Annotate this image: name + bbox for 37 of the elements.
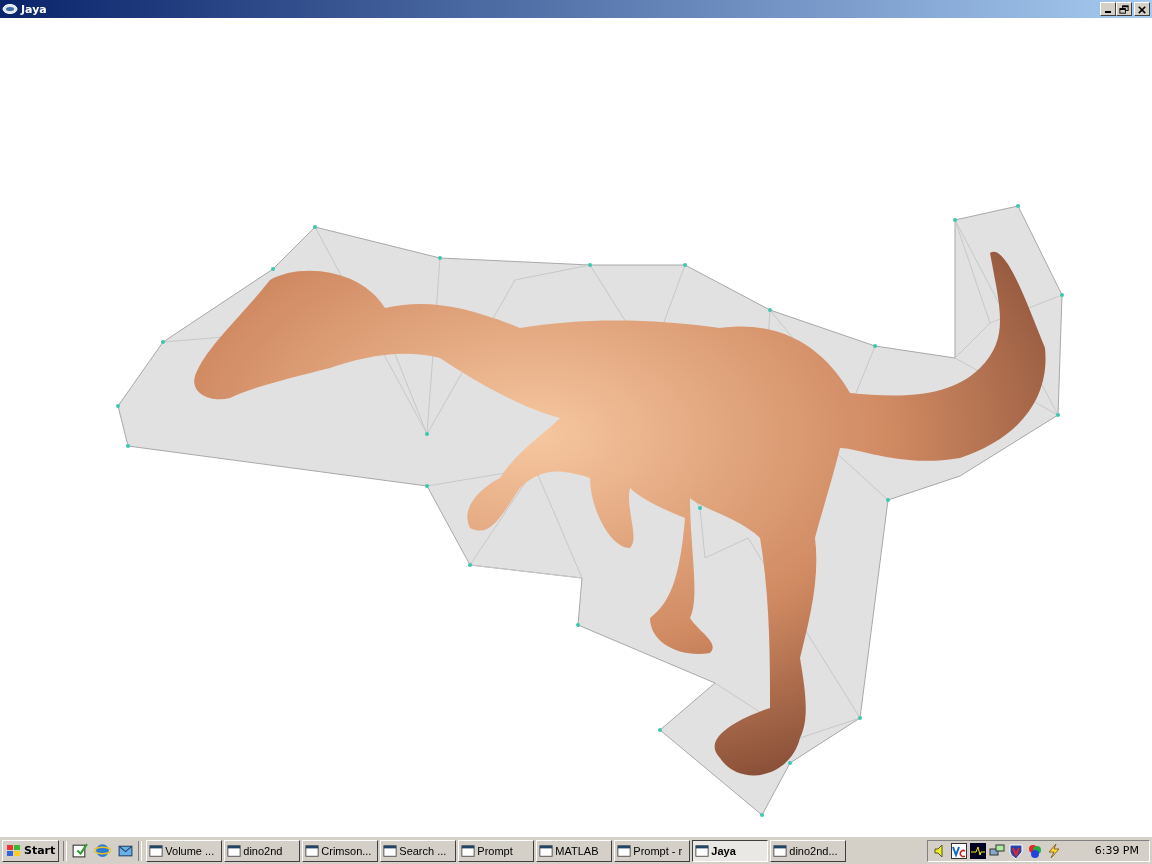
lightning-icon[interactable]: [1045, 842, 1062, 859]
window-icon: [305, 843, 320, 858]
minimize-icon: [1105, 11, 1111, 13]
taskbar-button[interactable]: Prompt: [458, 839, 535, 862]
taskbar-button[interactable]: Jaya: [692, 839, 769, 862]
window-title: Jaya: [21, 2, 48, 16]
app-icon: [2, 3, 18, 15]
taskbar-button[interactable]: dino2nd: [224, 839, 301, 862]
desktop-icon[interactable]: [71, 842, 89, 859]
vnc-icon[interactable]: [950, 842, 967, 859]
shield-icon[interactable]: [1007, 842, 1024, 859]
pulse-monitor-icon[interactable]: [969, 842, 986, 859]
window-icon: [149, 843, 164, 858]
close-button[interactable]: [1134, 2, 1150, 16]
window-icon: [695, 843, 710, 858]
window-icon: [773, 843, 788, 858]
network-icon[interactable]: [988, 842, 1005, 859]
taskbar-button[interactable]: Prompt - r: [614, 839, 691, 862]
windows-logo-icon: [6, 843, 22, 858]
window-icon: [617, 843, 632, 858]
restore-icon: [1118, 3, 1130, 15]
taskbar-button[interactable]: Volume ...: [146, 839, 223, 862]
window-icon: [227, 843, 242, 858]
colorful-app-icon[interactable]: [1026, 842, 1043, 859]
window-icon: [539, 843, 554, 858]
restore-button[interactable]: [1116, 2, 1132, 16]
taskbar-button[interactable]: Search ...: [380, 839, 457, 862]
taskbar-button[interactable]: dino2nd...: [770, 839, 847, 862]
window-icon: [461, 843, 476, 858]
minimize-button[interactable]: [1100, 2, 1116, 16]
taskbar-button[interactable]: MATLAB: [536, 839, 613, 862]
clock: 6:39 PM: [1094, 844, 1139, 857]
start-button[interactable]: Start: [2, 839, 60, 862]
window-icon: [383, 843, 398, 858]
close-icon: [1136, 3, 1148, 15]
taskbar-button[interactable]: Crimson...: [302, 839, 379, 862]
browser-icon[interactable]: [94, 842, 112, 859]
